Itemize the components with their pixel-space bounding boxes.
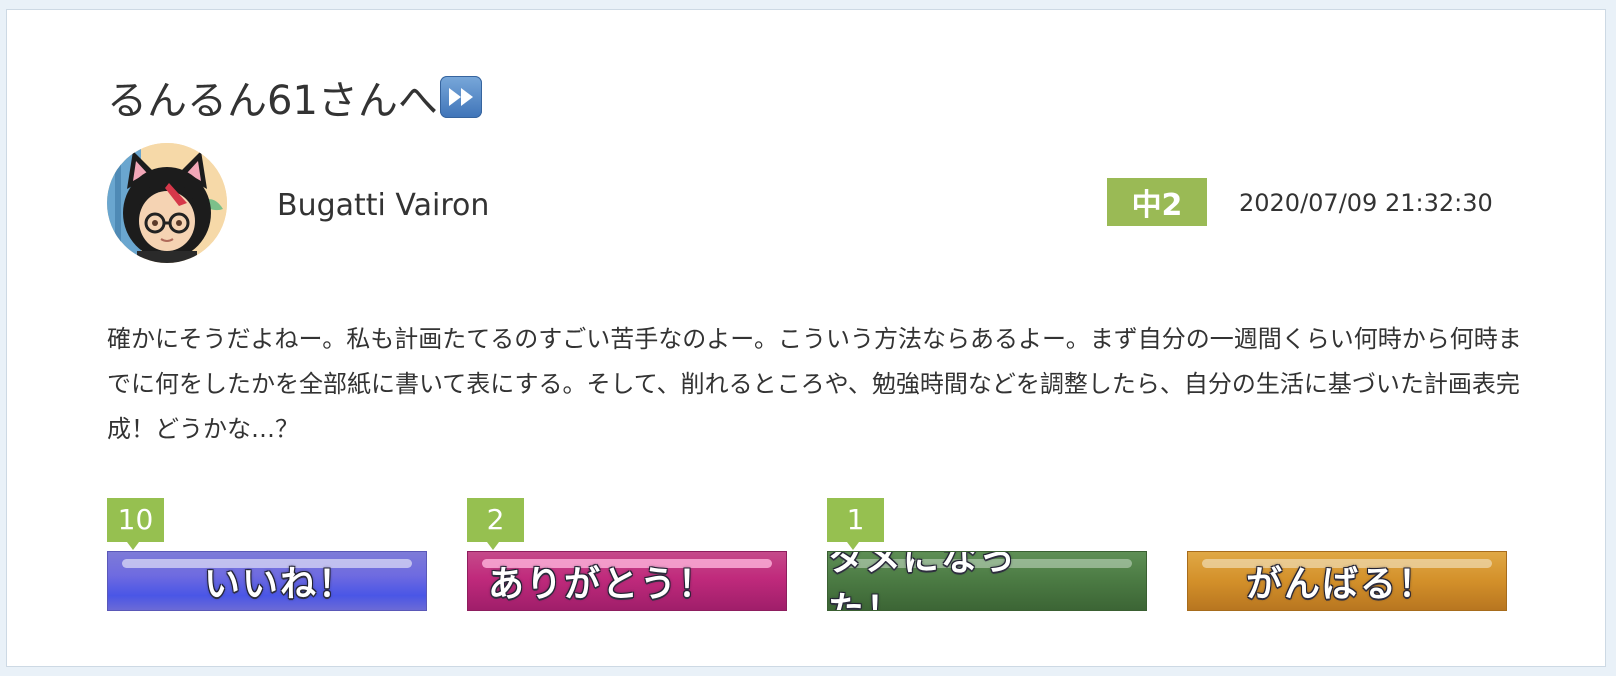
reaction-useful: 1 タメになった！ [827, 498, 1147, 611]
useful-button[interactable]: タメになった！ [827, 551, 1147, 611]
reaction-thanks: 2 ありがとう！ [467, 498, 787, 611]
fast-forward-icon [439, 76, 482, 118]
reaction-cheer: がんばる！ [1187, 498, 1507, 611]
cheer-button[interactable]: がんばる！ [1187, 551, 1507, 611]
avatar-illustration [107, 143, 227, 263]
like-button[interactable]: いいね！ [107, 551, 427, 611]
cheer-button-label: がんばる！ [1245, 564, 1436, 605]
reaction-count: 10 [107, 498, 164, 550]
like-button-label: いいね！ [203, 564, 356, 605]
reaction-like: 10 いいね！ [107, 498, 427, 611]
author-avatar[interactable] [107, 143, 227, 263]
reaction-count: 2 [467, 498, 524, 550]
thanks-button[interactable]: ありがとう！ [467, 551, 787, 611]
post-title: るんるん61さんへ [107, 68, 482, 126]
post-body: 確かにそうだよねー。私も計画たてるのすごい苦手なのよー。こういう方法ならあるよー… [107, 325, 1522, 443]
author-name[interactable]: Bugatti Vairon [277, 188, 489, 223]
post-title-text: るんるん61さんへ [107, 78, 438, 124]
grade-badge: 中2 [1107, 178, 1207, 226]
thanks-button-label: ありがとう！ [487, 564, 716, 605]
comment-card: るんるん61さんへ Bugatti Vairon 中2 2020/07/09 2… [6, 9, 1606, 667]
reaction-count: 1 [827, 498, 884, 550]
post-timestamp: 2020/07/09 21:32:30 [1239, 189, 1493, 217]
useful-button-label: タメになった！ [828, 551, 1017, 611]
